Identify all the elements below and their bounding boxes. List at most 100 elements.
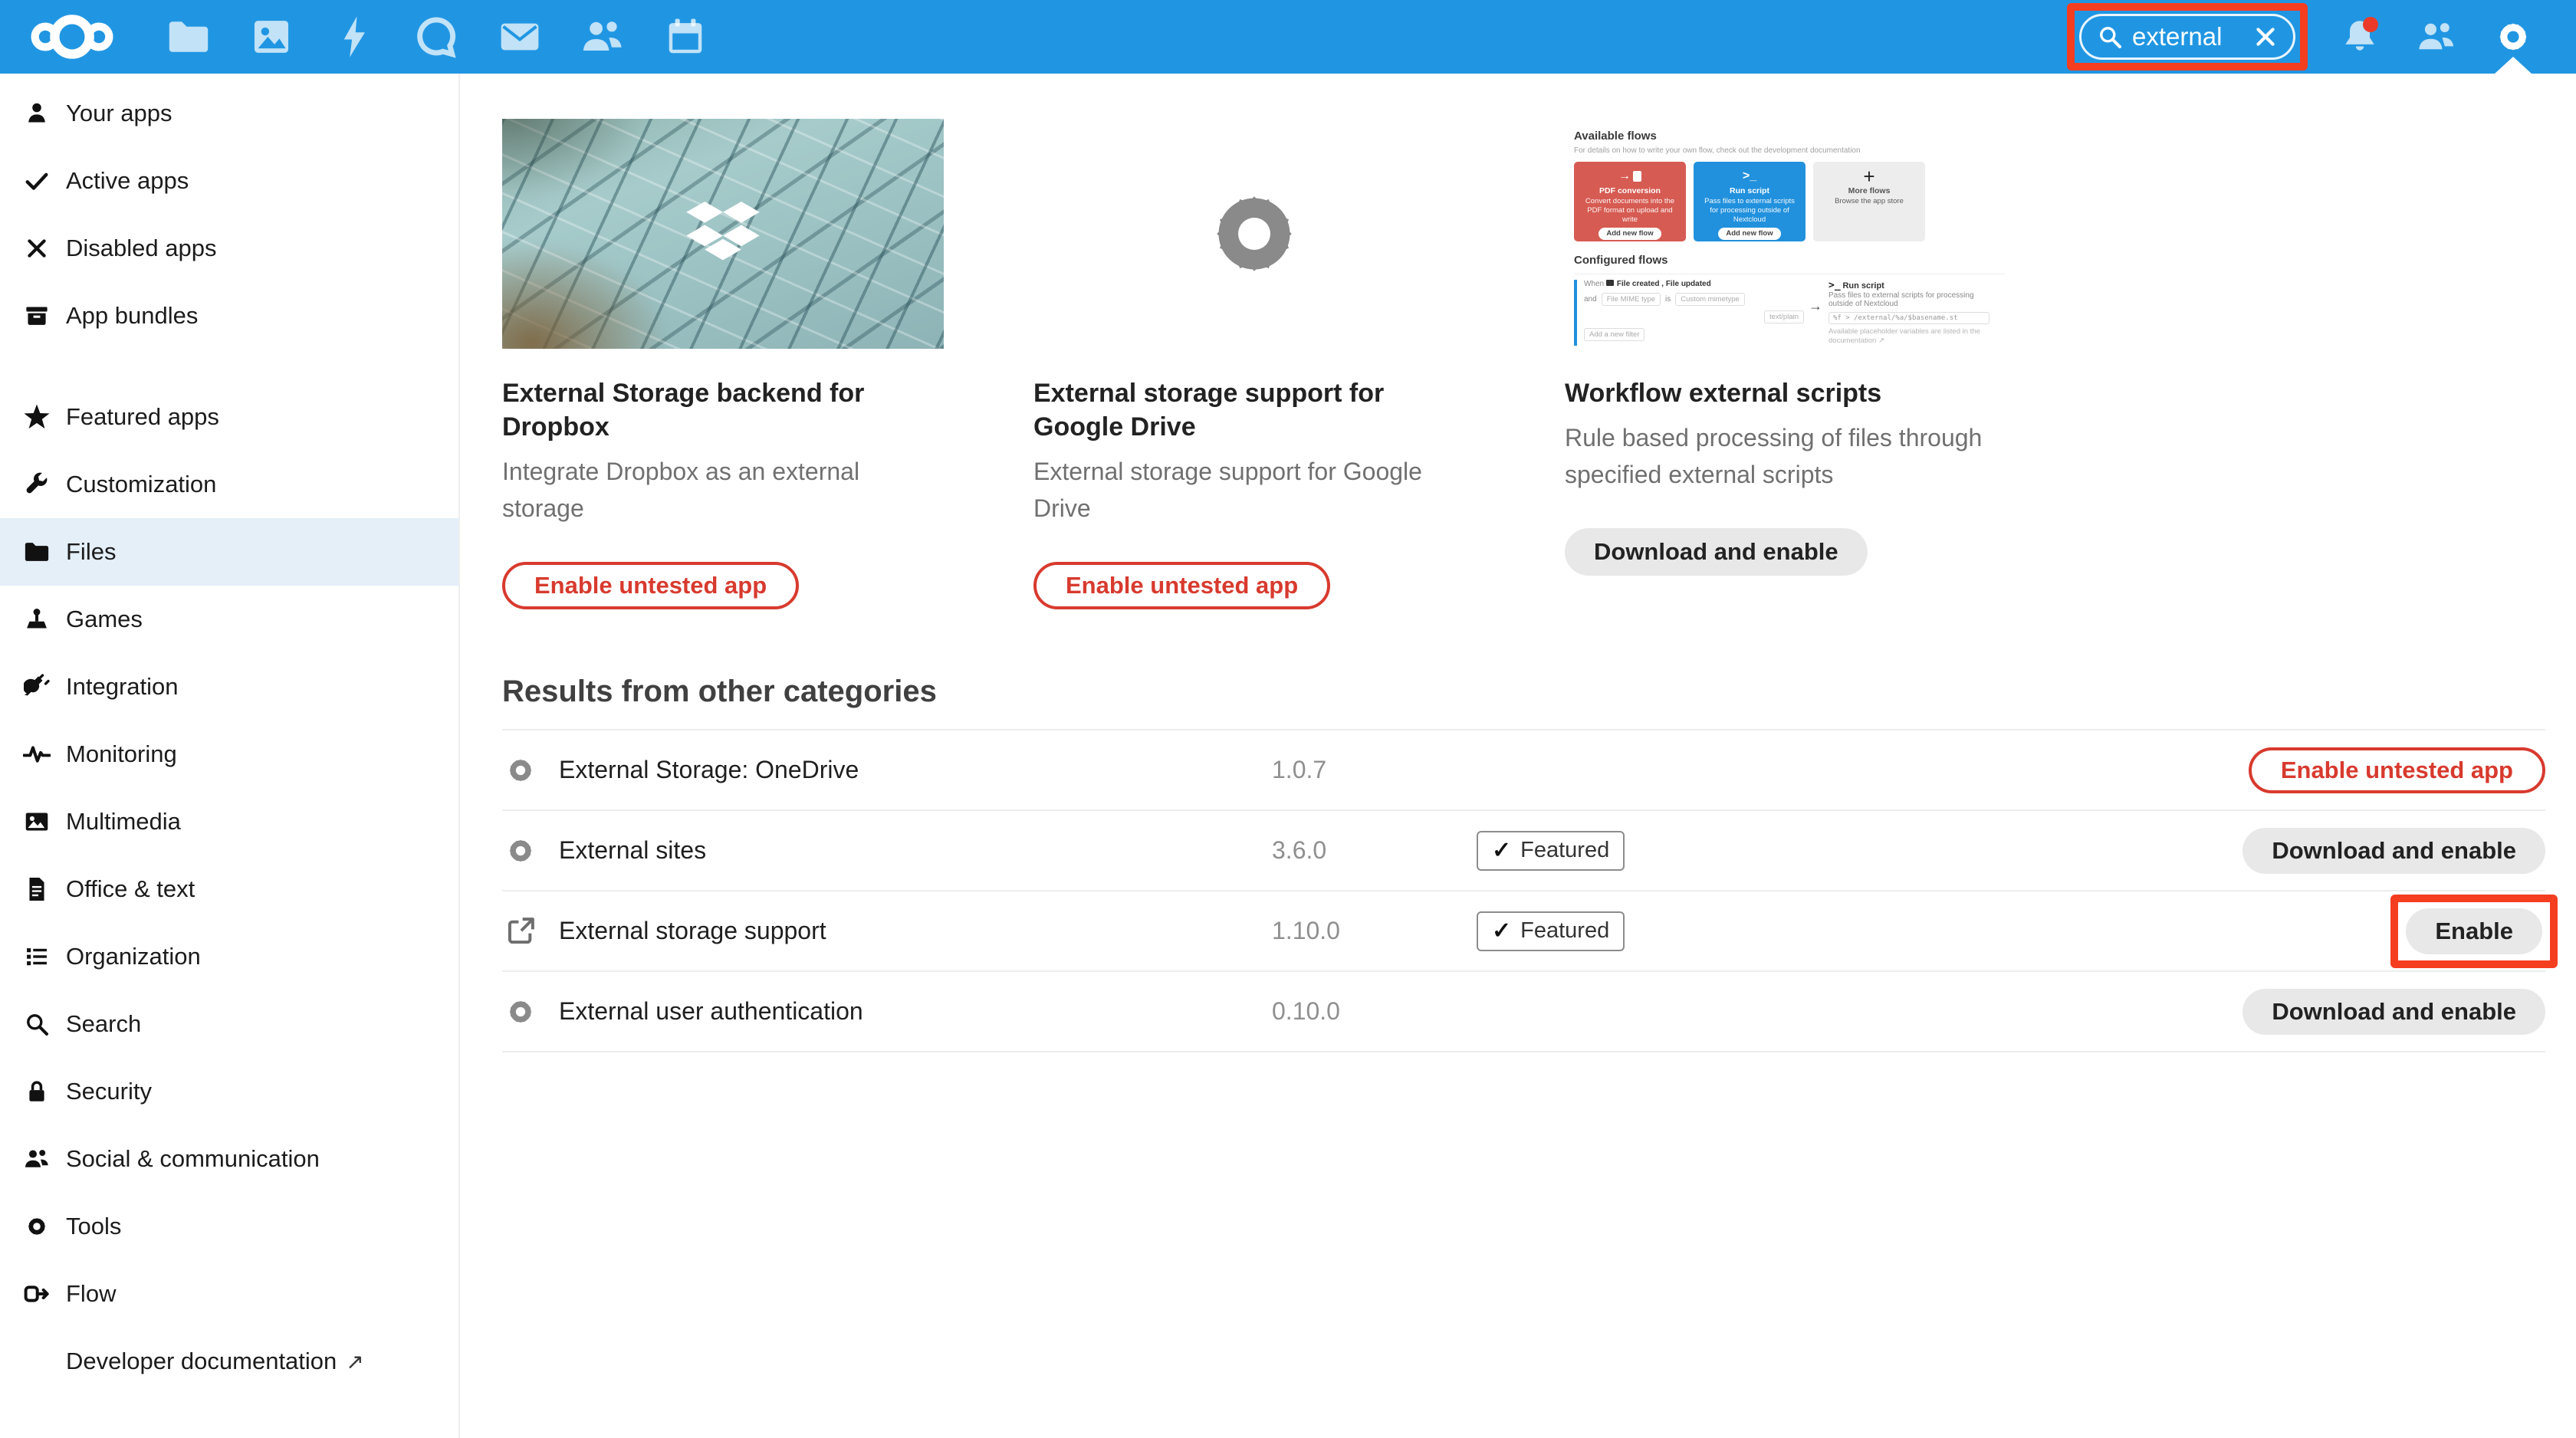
- sidebar-item-games[interactable]: Games: [0, 586, 458, 653]
- app-menu: [163, 11, 711, 63]
- sidebar-item-featured-apps[interactable]: Featured apps: [0, 383, 458, 451]
- archive-icon: [23, 302, 51, 330]
- app-results-table: External Storage: OneDrive 1.0.7 Enable …: [502, 729, 2545, 1052]
- sidebar-item-tools[interactable]: Tools: [0, 1193, 458, 1260]
- close-icon: [23, 235, 51, 262]
- app-version: 0.10.0: [1272, 997, 1477, 1026]
- sidebar-item-active-apps[interactable]: Active apps: [0, 147, 458, 215]
- mini-flow-card-script: >_ Run script Pass files to external scr…: [1694, 162, 1806, 241]
- notifications-bell-icon[interactable]: [2335, 12, 2384, 61]
- list-icon: [23, 943, 51, 970]
- calendar-app-icon[interactable]: [659, 11, 711, 63]
- sidebar-item-app-bundles[interactable]: App bundles: [0, 282, 458, 350]
- sidebar-item-customization[interactable]: Customization: [0, 451, 458, 518]
- check-icon: [23, 167, 51, 195]
- check-icon: ✓: [1492, 837, 1511, 864]
- terminal-icon: >_: [1829, 280, 1841, 291]
- joystick-icon: [23, 606, 51, 633]
- sidebar-item-files[interactable]: Files: [0, 518, 458, 586]
- search-query-text[interactable]: external: [2132, 22, 2222, 51]
- pulse-icon: [23, 740, 51, 768]
- enable-untested-app-button[interactable]: Enable untested app: [2249, 747, 2545, 793]
- developer-documentation-link[interactable]: Developer documentation ↗: [0, 1338, 458, 1384]
- table-row-external-sites[interactable]: External sites 3.6.0 ✓ Featured Download…: [502, 811, 2545, 891]
- external-link-icon: ↗: [346, 1349, 363, 1374]
- sidebar-item-organization[interactable]: Organization: [0, 923, 458, 990]
- contacts-app-icon[interactable]: [577, 11, 629, 63]
- download-and-enable-button[interactable]: Download and enable: [1565, 528, 1868, 576]
- lock-icon: [23, 1078, 51, 1105]
- folder-icon: [23, 538, 51, 566]
- flow-icon: [23, 1280, 51, 1308]
- gear-icon: [504, 834, 537, 868]
- table-row-external-user-authentication[interactable]: External user authentication 0.10.0 Down…: [502, 972, 2545, 1052]
- app-card-title[interactable]: External storage support for Google Driv…: [1033, 376, 1475, 444]
- plus-icon: +: [1819, 169, 1919, 185]
- table-row-external-storage-support[interactable]: External storage support 1.10.0 ✓ Featur…: [502, 891, 2545, 972]
- app-card-description: Integrate Dropbox as an external storage: [502, 453, 944, 527]
- dropbox-logo-icon: [686, 201, 760, 267]
- app-card-description: Rule based processing of files through s…: [1565, 419, 2006, 493]
- sidebar-item-office-text[interactable]: Office & text: [0, 855, 458, 923]
- settings-gear-icon[interactable]: [2489, 12, 2538, 61]
- app-card-title[interactable]: Workflow external scripts: [1565, 376, 2006, 410]
- app-card-title[interactable]: External Storage backend for Dropbox: [502, 376, 944, 444]
- app-version: 3.6.0: [1272, 836, 1477, 865]
- image-icon: [23, 808, 51, 836]
- sidebar-item-integration[interactable]: Integration: [0, 653, 458, 721]
- plug-icon: [23, 673, 51, 701]
- enable-button[interactable]: Enable: [2406, 908, 2542, 954]
- mail-app-icon[interactable]: [494, 11, 546, 63]
- people-icon: [23, 1145, 51, 1173]
- workflow-app-screenshot: Available flows For details on how to wr…: [1565, 119, 2006, 349]
- apps-category-sidebar: Your apps Active apps Disabled apps App …: [0, 74, 460, 1438]
- arrow-icon: →: [1809, 298, 1822, 346]
- contacts-menu-icon[interactable]: [2412, 12, 2461, 61]
- unified-search-input[interactable]: external: [2079, 14, 2295, 60]
- gear-icon: [23, 1213, 51, 1240]
- enable-untested-app-button[interactable]: Enable untested app: [1033, 562, 1330, 609]
- nextcloud-logo[interactable]: [26, 9, 118, 64]
- download-and-enable-button[interactable]: Download and enable: [2242, 828, 2545, 874]
- talk-app-icon[interactable]: [411, 11, 463, 63]
- sidebar-item-multimedia[interactable]: Multimedia: [0, 788, 458, 855]
- app-cards: External Storage backend for Dropbox Int…: [502, 119, 2545, 609]
- sidebar-item-your-apps[interactable]: Your apps: [0, 80, 458, 147]
- table-row-external-storage-onedrive[interactable]: External Storage: OneDrive 1.0.7 Enable …: [502, 730, 2545, 811]
- app-version: 1.0.7: [1272, 756, 1477, 784]
- files-app-icon[interactable]: [163, 11, 215, 63]
- app-name: External Storage: OneDrive: [559, 756, 1272, 784]
- folder-icon: [1606, 280, 1614, 286]
- gear-icon: [504, 995, 537, 1029]
- star-icon: [23, 403, 51, 431]
- search-icon: [23, 1010, 51, 1038]
- enable-untested-app-button[interactable]: Enable untested app: [502, 562, 799, 609]
- active-app-caret: [2495, 57, 2532, 74]
- top-bar: external: [0, 0, 2576, 74]
- clear-search-icon[interactable]: [2253, 25, 2278, 49]
- results-section-title: Results from other categories: [502, 675, 2545, 709]
- download-and-enable-button[interactable]: Download and enable: [2242, 989, 2545, 1035]
- featured-badge: ✓ Featured: [1477, 911, 1625, 951]
- photos-app-icon[interactable]: [245, 11, 297, 63]
- app-name: External storage support: [559, 917, 1272, 945]
- sidebar-item-search[interactable]: Search: [0, 990, 458, 1058]
- person-icon: [23, 100, 51, 127]
- sidebar-divider-gap: [0, 350, 458, 383]
- search-icon: [2097, 24, 2123, 50]
- sidebar-item-disabled-apps[interactable]: Disabled apps: [0, 215, 458, 282]
- check-icon: ✓: [1492, 918, 1511, 944]
- app-name: External user authentication: [559, 997, 1272, 1026]
- sidebar-item-security[interactable]: Security: [0, 1058, 458, 1125]
- app-card-description: External storage support for Google Driv…: [1033, 453, 1475, 527]
- app-search-results: External Storage backend for Dropbox Int…: [462, 74, 2576, 1438]
- app-card-workflow-scripts: Available flows For details on how to wr…: [1565, 119, 2006, 609]
- mini-flow-card-pdf: → PDF conversion Convert documents into …: [1574, 162, 1686, 241]
- annotation-enable-button: Enable: [2390, 895, 2558, 968]
- sidebar-item-social-communication[interactable]: Social & communication: [0, 1125, 458, 1193]
- sidebar-item-monitoring[interactable]: Monitoring: [0, 721, 458, 788]
- activity-app-icon[interactable]: [328, 11, 380, 63]
- pdf-arrow-icon: →: [1580, 169, 1680, 185]
- app-name: External sites: [559, 836, 1272, 865]
- sidebar-item-flow[interactable]: Flow: [0, 1260, 458, 1328]
